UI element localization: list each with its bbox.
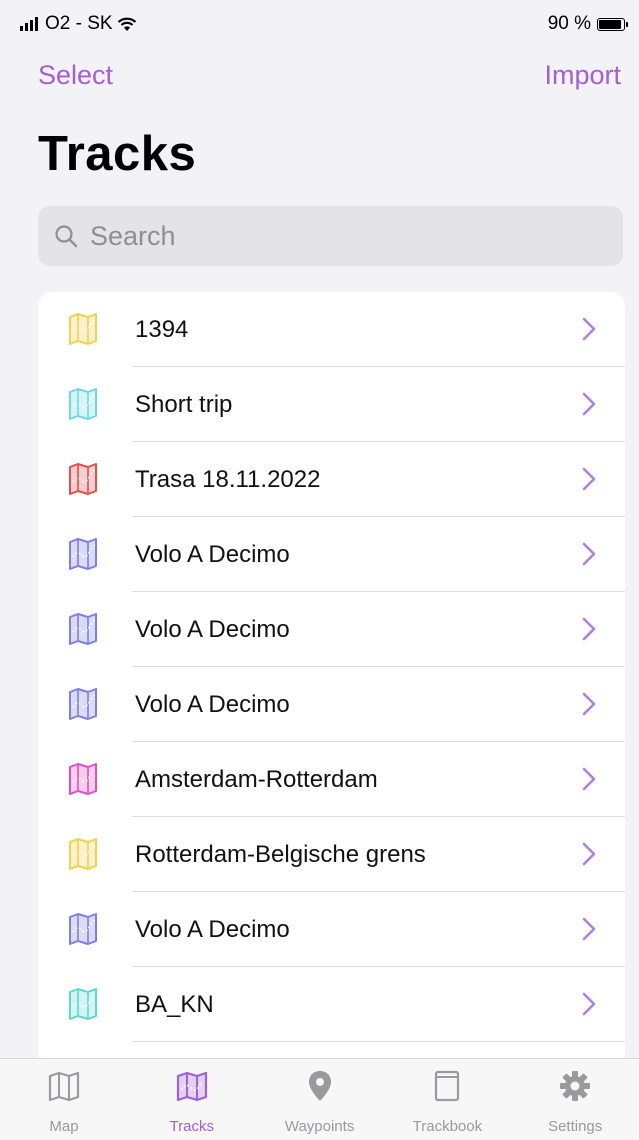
list-item[interactable]: 1394 xyxy=(38,292,625,367)
list-item[interactable]: Trasa 18.11.2022 xyxy=(38,442,625,517)
gear-icon xyxy=(560,1071,591,1101)
chevron-right-icon xyxy=(582,992,596,1016)
track-icon xyxy=(69,313,97,345)
tab-label: Map xyxy=(49,1118,79,1135)
status-bar: O2 - SK 90 % xyxy=(0,0,639,50)
map-icon xyxy=(48,1071,80,1102)
list-item[interactable]: Volo A Decimo xyxy=(38,517,625,592)
search-input[interactable] xyxy=(88,219,592,253)
list-item[interactable]: Short trip xyxy=(38,367,625,442)
tracks-icon xyxy=(176,1071,207,1102)
chevron-right-icon xyxy=(582,767,596,791)
track-icon xyxy=(69,538,97,570)
tab-tracks[interactable]: Tracks xyxy=(128,1059,256,1140)
list-item[interactable]: Rotterdam-Belgische grens xyxy=(38,817,625,892)
track-name: BA_KN xyxy=(135,990,214,1018)
list-item[interactable]: Volo A Decimo xyxy=(38,592,625,667)
list-item[interactable]: Volo A Decimo xyxy=(38,667,625,742)
tab-settings[interactable]: Settings xyxy=(511,1059,639,1140)
tab-label: Settings xyxy=(548,1118,603,1135)
tab-waypoints[interactable]: Waypoints xyxy=(256,1059,384,1140)
chevron-right-icon xyxy=(582,617,596,641)
track-name: Volo A Decimo xyxy=(135,615,290,643)
chevron-right-icon xyxy=(582,692,596,716)
chevron-right-icon xyxy=(582,917,596,941)
wifi-icon xyxy=(117,17,136,31)
tab-label: Trackbook xyxy=(412,1118,483,1135)
list-item[interactable]: Volo A Decimo xyxy=(38,892,625,967)
track-icon xyxy=(69,613,97,645)
track-icon xyxy=(69,463,97,495)
track-name: Amsterdam-Rotterdam xyxy=(135,765,378,793)
track-name: 1394 xyxy=(135,315,189,343)
chevron-right-icon xyxy=(582,392,596,416)
list-item[interactable]: Amsterdam-Rotterdam xyxy=(38,742,625,817)
import-button[interactable]: Import xyxy=(544,60,621,91)
track-icon xyxy=(69,838,97,870)
chevron-right-icon xyxy=(582,317,596,341)
track-icon xyxy=(69,763,97,795)
tracks-list: 1394 Short trip Trasa 18.11.2022 Volo A Dec… xyxy=(38,292,625,1082)
track-name: Trasa 18.11.2022 xyxy=(135,465,321,493)
track-name: Volo A Decimo xyxy=(135,540,290,568)
tab-label: Waypoints xyxy=(284,1118,355,1135)
battery-fill xyxy=(599,19,621,29)
search-icon xyxy=(55,225,78,248)
chevron-right-icon xyxy=(582,467,596,491)
tab-bar: Map Tracks Waypoints Trackbook Settings xyxy=(0,1058,639,1140)
battery-icon xyxy=(597,17,628,31)
select-button[interactable]: Select xyxy=(38,60,113,91)
tab-trackbook[interactable]: Trackbook xyxy=(383,1059,511,1140)
track-name: Volo A Decimo xyxy=(135,690,290,718)
battery-percent: 90 % xyxy=(547,13,591,34)
page-title: Tracks xyxy=(38,127,197,181)
status-right: 90 % xyxy=(547,13,628,35)
carrier-label: O2 - SK xyxy=(45,13,113,34)
list-item[interactable]: BA_KN xyxy=(38,967,625,1042)
track-icon xyxy=(69,913,97,945)
tab-label: Tracks xyxy=(169,1118,215,1135)
signal-icon xyxy=(20,17,38,31)
chevron-right-icon xyxy=(582,842,596,866)
pin-icon xyxy=(308,1071,331,1101)
track-icon xyxy=(69,988,97,1020)
track-name: Rotterdam-Belgische grens xyxy=(135,840,426,868)
track-name: Volo A Decimo xyxy=(135,915,290,943)
track-name: Short trip xyxy=(135,390,233,418)
book-icon xyxy=(435,1070,460,1102)
track-icon xyxy=(69,688,97,720)
track-icon xyxy=(69,388,97,420)
search-field[interactable] xyxy=(38,206,623,266)
status-left: O2 - SK xyxy=(20,13,137,35)
chevron-right-icon xyxy=(582,542,596,566)
tab-map[interactable]: Map xyxy=(0,1059,128,1140)
